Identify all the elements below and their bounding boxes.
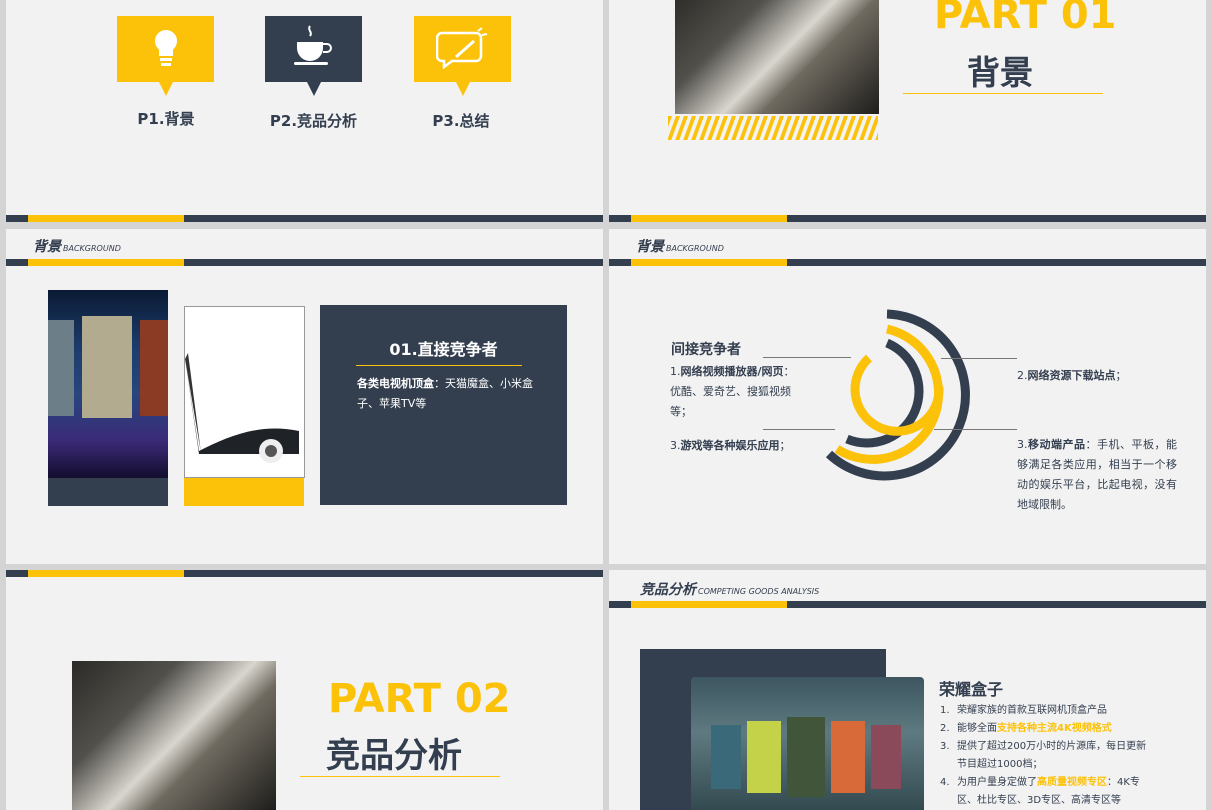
connector-line (934, 429, 1017, 430)
poster (787, 717, 825, 797)
posters-image (48, 290, 168, 478)
meeting-photo (72, 661, 276, 810)
info-box-text: 各类电视机顶盒：天猫魔盒、小米盒子、苹果TV等 (357, 377, 533, 410)
nav-label-analysis: P2.竞品分析 (269, 112, 358, 130)
lightbulb-icon (154, 29, 178, 66)
poster (747, 721, 781, 793)
indirect-title: 间接竞争者 (671, 342, 741, 358)
nav-label-background: P1.背景 (137, 110, 195, 128)
slide-indirect-competitors[interactable]: 背景 BACKGROUND 间接竞争者 1.网络视频播放器/网页：优酷、爱奇艺、搜… (609, 229, 1206, 564)
connector-line (763, 357, 851, 358)
part-number: PART 01 (934, 0, 1117, 38)
nav-label-summary: P3.总结 (432, 112, 490, 130)
footer-bar (609, 215, 1206, 222)
poster (140, 320, 168, 416)
footer-bar (6, 215, 603, 222)
header-bar-accent (631, 601, 787, 608)
connector-line (763, 429, 835, 430)
point-4: 4. 为用户量身定做了高质量视频专区：4K专区、杜比专区、3D专区、高清专区等 (940, 777, 1140, 806)
point-3: 3. 提供了超过200万小时的片源库，每日更新节目超过1000档； (940, 741, 1147, 770)
part-number: PART 02 (328, 676, 511, 722)
poster (82, 316, 132, 418)
header-bar (6, 570, 603, 577)
hatched-stripe (668, 116, 878, 140)
item-mobile: 3.移动端产品：手机、平板，能够满足各类应用，相当于一个移动的娱乐平台，比起电视… (1017, 438, 1177, 511)
coffee-cup-icon (294, 25, 332, 65)
product-points: 1. 荣耀家族的首款互联网机顶盒产品 2. 能够全面支持各种主流4K视频格式 3. 提… (940, 702, 1150, 810)
part-title: 背景 (967, 53, 1033, 92)
slide-header: 背景 BACKGROUND (33, 239, 121, 255)
router-device-graphic (185, 353, 299, 463)
footer-bar-accent (631, 215, 787, 222)
item-video-players: 1.网络视频播放器/网页：优酷、爱奇艺、搜狐视频等； (670, 365, 795, 418)
item-download-sites: 2.网络资源下载站点； (1017, 369, 1127, 382)
slide-part-01[interactable]: PART 01 背景 (609, 0, 1206, 222)
slide-part-02[interactable]: PART 02 竞品分析 (6, 570, 603, 810)
header-bar (609, 259, 1206, 266)
header-bar-accent (28, 259, 184, 266)
pin-pointer (456, 82, 470, 96)
info-box-divider (356, 365, 522, 366)
footer-bar-accent (28, 215, 184, 222)
poster (831, 721, 865, 793)
item-games: 3.游戏等各种娱乐应用； (670, 439, 791, 452)
point-2: 2. 能够全面支持各种主流4K视频格式 (940, 723, 1112, 734)
slide-header: 竞品分析 COMPETING GOODS ANALYSIS (640, 582, 820, 598)
poster (711, 725, 741, 789)
slide-competing-goods[interactable]: 竞品分析 COMPETING GOODS ANALYSIS 荣耀盒子 1. 荣耀家族… (609, 570, 1206, 810)
slide-direct-competitors[interactable]: 背景 BACKGROUND 01.直接竞争者 各类电视机顶盒：天猫魔盒、小米盒子、… (6, 229, 603, 564)
poster (48, 320, 74, 416)
title-underline (300, 776, 500, 777)
header-bar (609, 601, 1206, 608)
meeting-photo (675, 0, 879, 114)
title-underline (903, 93, 1103, 94)
part-title: 竞品分析 (326, 736, 462, 776)
poster (871, 725, 901, 789)
point-1: 1. 荣耀家族的首款互联网机顶盒产品 (940, 705, 1107, 716)
slide-contents[interactable]: P1.背景 P2.竞品分析 P3.总结 (6, 0, 603, 222)
ring-diagram (825, 309, 970, 481)
header-bar (6, 259, 603, 266)
header-bar-accent (28, 570, 184, 577)
slide-header: 背景 BACKGROUND (636, 239, 724, 255)
header-bar-accent (631, 259, 787, 266)
product-title: 荣耀盒子 (939, 680, 1004, 699)
info-box-title: 01.直接竞争者 (389, 340, 498, 359)
tv-ui-screenshot (691, 677, 924, 810)
set-top-box-image (184, 306, 305, 478)
connector-line (941, 358, 1017, 359)
chat-bubble-icon (436, 27, 488, 69)
pin-pointer (307, 82, 321, 96)
pin-pointer (159, 82, 173, 96)
